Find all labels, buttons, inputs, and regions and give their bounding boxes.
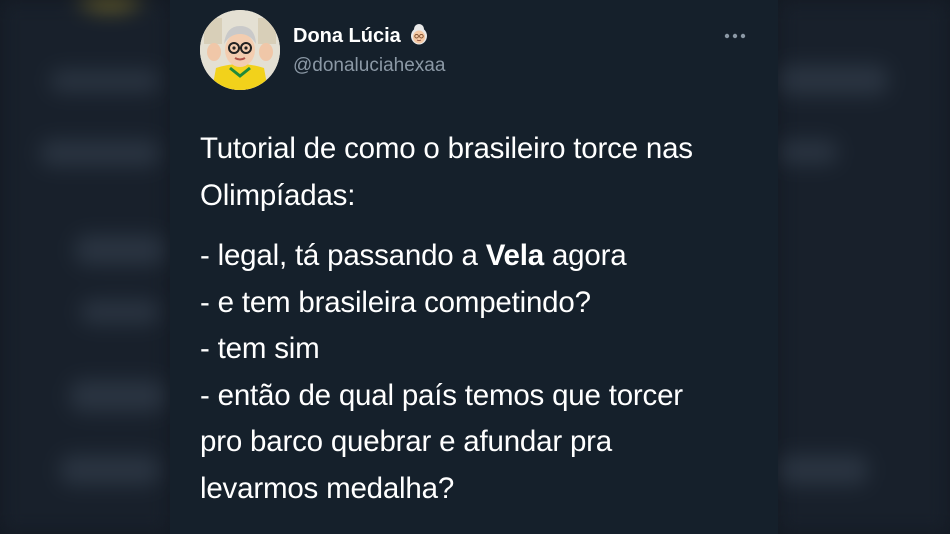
vela-line-bold: Vela: [485, 239, 544, 272]
tweet-text-line: pro barco quebrar e afundar pra: [200, 425, 612, 458]
tweet-text-line: Olimpíadas:: [200, 178, 356, 212]
tweet-text-line: levarmos medalha?: [200, 471, 455, 505]
old-woman-emoji-icon: [407, 22, 431, 52]
tweet-text-line: - tem sim: [200, 332, 320, 365]
tweet-text-line: Tutorial de como o brasileiro torce nas: [200, 132, 693, 165]
vela-line-prefix: - legal, tá passando a: [200, 239, 486, 272]
tweet-text-line-vela: - legal, tá passando a Vela agora: [200, 233, 760, 280]
tweet-card[interactable]: Dona Lúcia @donaluciahexaa Tutorial de c…: [170, 0, 778, 534]
tweet-body: Tutorial de como o brasileiro torce nas …: [200, 126, 760, 512]
tweet-text-line: - então de qual país temos que torcer: [200, 378, 683, 412]
blurred-background-left: [0, 0, 170, 534]
avatar-illustration: [200, 10, 280, 90]
tweet-text-line: - e tem brasileira competindo?: [200, 285, 591, 319]
author-handle[interactable]: @donaluciahexaa: [293, 55, 445, 77]
vela-line-suffix: agora: [543, 239, 627, 272]
display-name-text: Dona Lúcia: [293, 25, 401, 47]
author-display-name[interactable]: Dona Lúcia: [293, 22, 431, 52]
blurred-background-right: [778, 0, 950, 534]
more-options-icon[interactable]: [721, 22, 749, 50]
screenshot-stage: Dona Lúcia @donaluciahexaa Tutorial de c…: [0, 0, 950, 534]
profile-avatar[interactable]: [200, 10, 280, 90]
